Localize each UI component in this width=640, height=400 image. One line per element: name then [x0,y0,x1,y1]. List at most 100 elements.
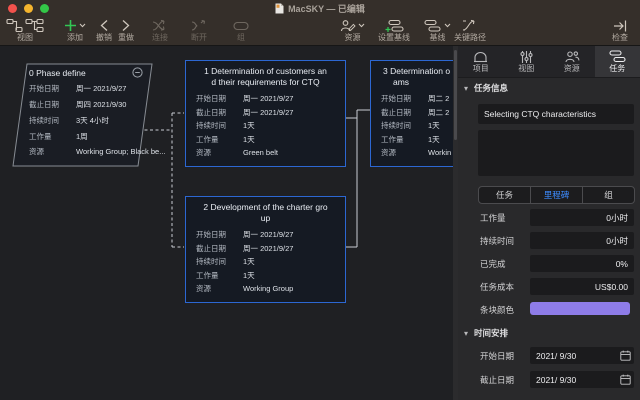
field-label: 工作量 [29,133,76,141]
field-value: 周一 2021/9/27 [243,109,293,117]
group-button[interactable]: 组 [233,18,249,42]
field-label: 持续时间 [196,258,243,266]
start-date-value: 2021/ 9/30 [536,351,576,361]
field-value: 1天 [428,136,440,144]
duration-field[interactable]: 0小时 [530,232,634,249]
calendar-icon[interactable] [620,374,631,385]
schedule-section-header[interactable]: 时间安排 [464,327,508,339]
task-name-input[interactable]: Selecting CTQ characteristics [478,104,634,124]
inspector-panel: 项目 视图 [458,46,640,400]
inspect-label: 检查 [612,34,628,42]
node-task-3[interactable]: 3 Determination o ams 开始日期周二 2 截止日期周二 2 … [370,60,453,167]
tab-view[interactable]: 视图 [504,46,550,77]
baseline-button[interactable]: 基线 [424,18,451,42]
redo-button[interactable]: 重做 [118,18,134,42]
field-label: 截止日期 [29,101,76,109]
field-label: 截止日期 [196,109,243,117]
disconnect-arrows-icon [191,19,207,32]
connect-button[interactable]: 连接 [152,18,168,42]
duration-label: 持续时间 [480,237,514,246]
critical-path-button[interactable]: 关键路径 [454,18,486,42]
segment-milestone[interactable]: 里程碑 [531,187,583,203]
segment-label: 任务 [496,189,513,201]
field-label: 开始日期 [29,85,76,93]
inspector-tabs: 项目 视图 [458,46,640,78]
connect-arrows-icon [152,19,168,32]
resources-button[interactable]: 资源 [340,18,365,42]
bar-color-swatch[interactable] [530,302,630,315]
work-value: 0小时 [606,212,628,224]
undo-button[interactable]: 撤销 [96,18,112,42]
field-value: 1天 [243,272,255,280]
people-icon [564,50,580,63]
segment-task[interactable]: 任务 [479,187,531,203]
field-value: 周一 2021/9/27 [243,95,293,103]
task-type-segmented-control: 任务 里程碑 组 [478,186,635,204]
chevron-down-icon [79,23,86,28]
segment-group[interactable]: 组 [583,187,634,203]
diagram-canvas[interactable]: 0 Phase define 开始日期周一 2021/9/27 截止日期周四 2… [0,46,453,400]
field-label: 开始日期 [196,95,243,103]
toolbar: 视图 添加 撤销 [0,16,640,46]
cost-field[interactable]: US$0.00 [530,278,634,295]
minimize-window-button[interactable] [24,4,33,13]
tab-task[interactable]: 任务 [595,46,640,77]
segment-label: 里程碑 [544,189,570,201]
tab-project[interactable]: 项目 [458,46,504,77]
field-value: 周一 2021/9/27 [243,231,293,239]
tab-label: 项目 [473,65,489,73]
field-value: 1天 [243,258,255,266]
resources-label: 资源 [345,34,361,42]
project-tray-icon [473,50,488,63]
field-label: 截止日期 [196,245,243,253]
zoom-window-button[interactable] [40,4,49,13]
task-info-section-header[interactable]: 任务信息 [464,82,508,94]
chevron-down-icon [444,23,451,28]
bar-color-label: 条块颜色 [480,306,514,315]
add-task-button[interactable]: 添加 [64,18,86,42]
field-label: 工作量 [196,272,243,280]
node-title: 2 Development of the charter gro [196,202,335,213]
field-label: 资源 [196,149,243,157]
undo-chevron-icon [99,19,109,32]
field-label: 资源 [196,285,243,293]
disclosure-triangle-icon[interactable] [464,83,468,93]
collapse-minus-icon[interactable] [132,67,143,78]
disconnect-button[interactable]: 断开 [191,18,207,42]
inspect-button[interactable]: 检查 [612,18,628,42]
task-cards-icon [609,50,626,63]
node-task-2[interactable]: 2 Development of the charter gro up 开始日期… [185,196,346,303]
disclosure-triangle-icon[interactable] [464,328,468,338]
view-mode-button[interactable]: 视图 [6,18,44,42]
field-value: 1天 [243,122,255,130]
set-baseline-button[interactable]: 设置基线 [378,18,410,42]
field-value: 周一 2021/9/27 [76,85,126,93]
close-window-button[interactable] [8,4,17,13]
set-baseline-icon [385,19,404,33]
node-title: ams [383,77,453,88]
node-phase-define[interactable]: 0 Phase define 开始日期周一 2021/9/27 截止日期周四 2… [14,64,151,165]
field-label: 工作量 [381,136,428,144]
tab-resources[interactable]: 资源 [549,46,595,77]
document-icon [275,3,284,14]
calendar-icon[interactable] [620,350,631,361]
field-value: Workin [428,149,451,157]
baseline-icon [424,19,442,33]
node-task-1[interactable]: 1 Determination of customers an d their … [185,60,346,167]
task-notes-input[interactable] [478,130,634,176]
end-date-value: 2021/ 9/30 [536,375,576,385]
segment-label: 组 [604,189,613,201]
chevron-down-icon [358,23,365,28]
work-field[interactable]: 0小时 [530,209,634,226]
end-date-field[interactable]: 2021/ 9/30 [530,371,634,388]
field-label: 开始日期 [381,95,428,103]
baseline-label: 基线 [430,34,446,42]
start-date-label: 开始日期 [480,352,514,361]
titlebar: MacSKY — 已编辑 [0,0,640,16]
completed-field[interactable]: 0% [530,255,634,272]
field-label: 持续时间 [381,122,428,130]
inspector-toggle-icon [613,19,628,33]
field-label: 持续时间 [29,117,76,125]
add-plus-icon [64,19,77,32]
start-date-field[interactable]: 2021/ 9/30 [530,347,634,364]
